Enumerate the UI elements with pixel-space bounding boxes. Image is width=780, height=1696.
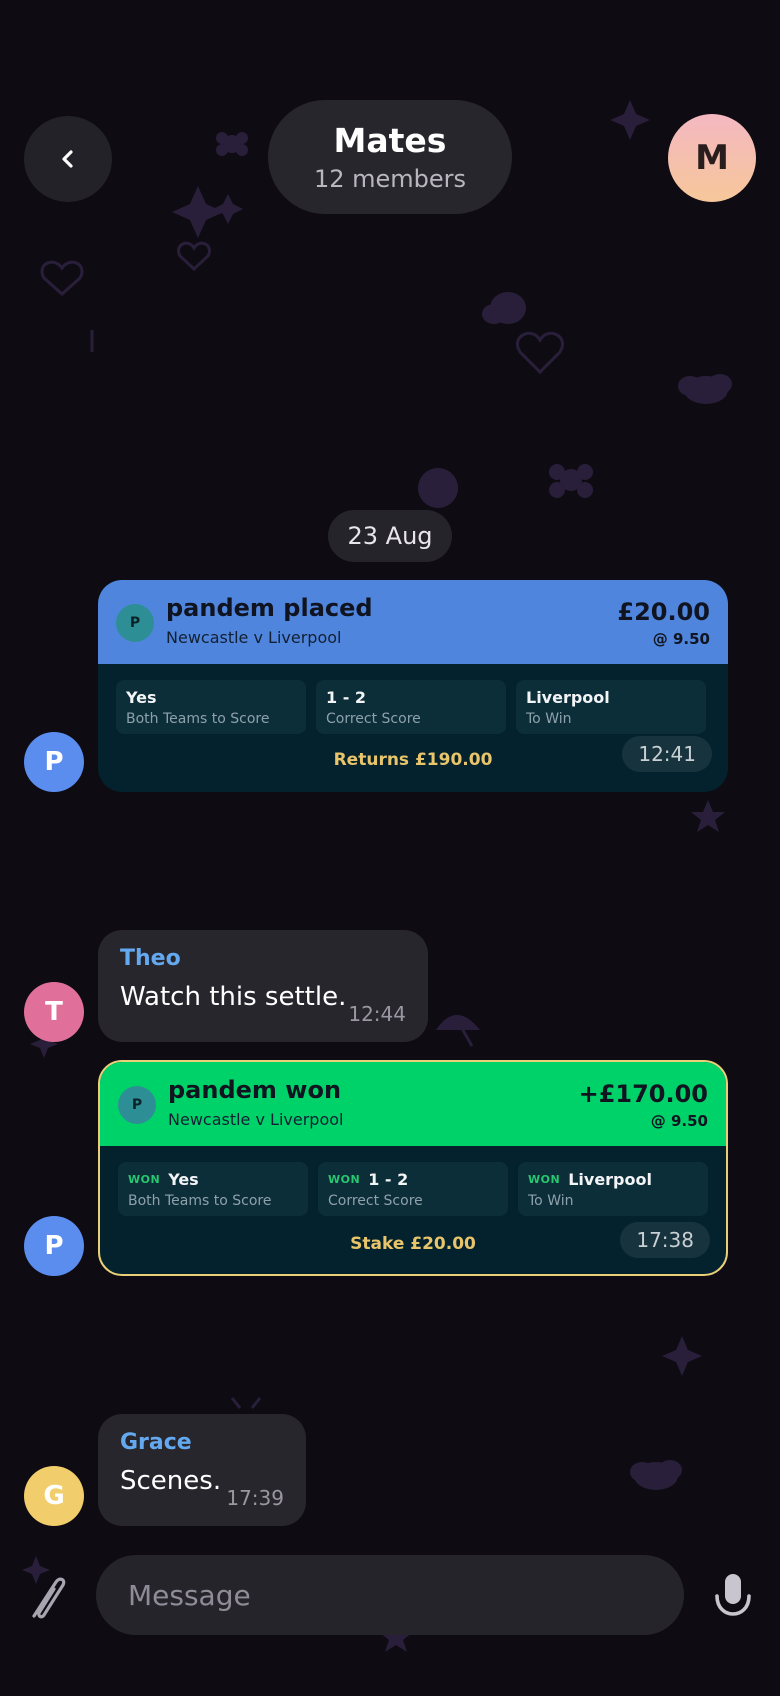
- bet-leg: WON Yes Both Teams to Score: [118, 1162, 308, 1216]
- message-time: 12:41: [622, 736, 712, 772]
- sender-name: Grace: [120, 1430, 192, 1455]
- bet-odds: @ 9.50: [650, 1112, 708, 1130]
- message-input[interactable]: [96, 1555, 684, 1635]
- leg-pick: Liverpool: [568, 1170, 652, 1189]
- bet-card-placed[interactable]: P pandem placed Newcastle v Liverpool £2…: [98, 580, 728, 792]
- chat-title: Mates: [333, 121, 447, 160]
- bet-card-header: P pandem won Newcastle v Liverpool +£170…: [100, 1062, 726, 1146]
- bet-match: Newcastle v Liverpool: [166, 628, 342, 647]
- leg-pick: 1 - 2: [368, 1170, 409, 1189]
- bet-amount: +£170.00: [578, 1080, 708, 1108]
- member-count: 12 members: [313, 165, 467, 193]
- message-time: 12:44: [348, 1002, 406, 1026]
- leg-market: To Win: [526, 711, 572, 727]
- bet-leg: 1 - 2 Correct Score: [316, 680, 506, 734]
- avatar[interactable]: P: [24, 732, 84, 792]
- leg-pick: Yes: [126, 688, 157, 707]
- bet-match: Newcastle v Liverpool: [168, 1110, 344, 1129]
- won-tag: WON: [328, 1173, 361, 1186]
- back-button[interactable]: [24, 116, 112, 202]
- message-time: 17:39: [226, 1486, 284, 1510]
- date-separator: 23 Aug: [328, 510, 452, 562]
- avatar[interactable]: G: [24, 1466, 84, 1526]
- bet-card-won[interactable]: P pandem won Newcastle v Liverpool +£170…: [98, 1060, 728, 1276]
- won-tag: WON: [528, 1173, 561, 1186]
- leg-pick: 1 - 2: [326, 688, 367, 707]
- bet-legs: WON Yes Both Teams to Score WON 1 - 2 Corr…: [118, 1162, 708, 1216]
- bet-leg: WON Liverpool To Win: [518, 1162, 708, 1216]
- chevron-left-icon: [62, 150, 73, 168]
- bet-title: pandem placed: [166, 594, 373, 622]
- profile-avatar[interactable]: M: [668, 114, 756, 202]
- bet-odds: @ 9.50: [652, 630, 710, 648]
- message-text: Watch this settle.: [120, 982, 347, 1012]
- bet-card-header: P pandem placed Newcastle v Liverpool £2…: [98, 580, 728, 664]
- message-bubble[interactable]: Grace Scenes. 17:39: [98, 1414, 306, 1526]
- bettor-badge: P: [118, 1086, 156, 1124]
- bet-leg: Yes Both Teams to Score: [116, 680, 306, 734]
- leg-market: Both Teams to Score: [128, 1193, 272, 1209]
- microphone-icon[interactable]: [712, 1572, 754, 1622]
- bet-amount: £20.00: [617, 598, 710, 626]
- chat-title-pill[interactable]: Mates 12 members: [268, 100, 512, 214]
- leg-pick: Yes: [168, 1170, 199, 1189]
- leg-market: Both Teams to Score: [126, 711, 270, 727]
- bet-leg: Liverpool To Win: [516, 680, 706, 734]
- message-text: Scenes.: [120, 1466, 222, 1496]
- bet-leg: WON 1 - 2 Correct Score: [318, 1162, 508, 1216]
- leg-market: To Win: [528, 1193, 574, 1209]
- leg-pick: Liverpool: [526, 688, 610, 707]
- avatar[interactable]: P: [24, 1216, 84, 1276]
- won-tag: WON: [128, 1173, 161, 1186]
- avatar[interactable]: T: [24, 982, 84, 1042]
- bet-title: pandem won: [168, 1076, 342, 1104]
- bet-legs: Yes Both Teams to Score 1 - 2 Correct Sc…: [116, 680, 706, 734]
- message-time: 17:38: [620, 1222, 710, 1258]
- bettor-badge: P: [116, 604, 154, 642]
- leg-market: Correct Score: [328, 1193, 423, 1209]
- sender-name: Theo: [120, 946, 181, 971]
- leg-market: Correct Score: [326, 711, 421, 727]
- paperclip-icon[interactable]: [26, 1572, 70, 1622]
- message-bubble[interactable]: Theo Watch this settle. 12:44: [98, 930, 428, 1042]
